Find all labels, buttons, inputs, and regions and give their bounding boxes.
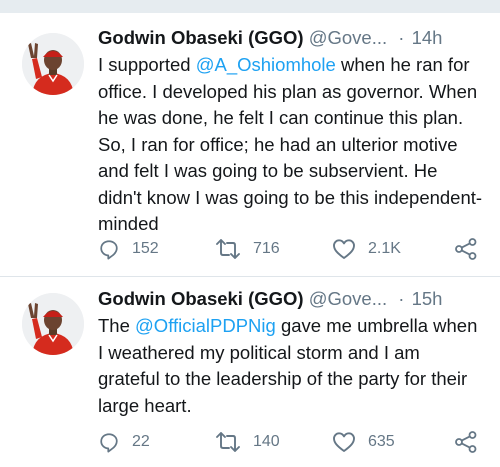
reply-count: 152	[132, 240, 159, 257]
retweet-icon	[215, 238, 241, 260]
reply-button[interactable]: 22	[98, 430, 150, 454]
like-count: 635	[368, 433, 395, 450]
avatar[interactable]	[22, 293, 84, 355]
tweet-timestamp[interactable]: 14h	[412, 27, 443, 48]
retweet-icon	[215, 431, 241, 453]
tweet-actions: 152 716 2.1K	[98, 237, 482, 261]
reply-icon	[98, 238, 120, 260]
tweet-text-part: when he ran for office. I developed his …	[98, 54, 483, 234]
author-name[interactable]: Godwin Obaseki (GGO)	[98, 27, 304, 48]
reply-button[interactable]: 152	[98, 237, 159, 261]
header-separator: ·	[398, 27, 405, 48]
tweet-header: Godwin Obaseki (GGO) @Gove... · 15h	[98, 288, 482, 310]
heart-icon	[332, 431, 356, 453]
retweet-button[interactable]: 716	[215, 237, 280, 261]
retweet-button[interactable]: 140	[215, 430, 280, 454]
retweet-count: 140	[253, 433, 280, 450]
tweet-text: I supported @A_Oshiomhole when he ran fo…	[98, 52, 486, 238]
tweet-text-part: The	[98, 315, 136, 336]
author-handle[interactable]: @Gove...	[309, 27, 387, 48]
like-button[interactable]: 635	[332, 430, 395, 454]
tweet-timestamp[interactable]: 15h	[412, 288, 443, 309]
share-icon	[454, 238, 478, 260]
like-count: 2.1K	[368, 240, 401, 257]
author-name[interactable]: Godwin Obaseki (GGO)	[98, 288, 304, 309]
tweet-header: Godwin Obaseki (GGO) @Gove... · 14h	[98, 27, 482, 49]
timeline-top-gap	[0, 0, 500, 13]
tweet-card[interactable]: Godwin Obaseki (GGO) @Gove... · 14h I su…	[0, 13, 500, 276]
like-button[interactable]: 2.1K	[332, 237, 401, 261]
reply-icon	[98, 431, 120, 453]
tweet-actions: 22 140 635	[98, 430, 482, 454]
header-separator: ·	[398, 288, 405, 309]
heart-icon	[332, 238, 356, 260]
tweet-text-part: I supported	[98, 54, 196, 75]
share-button[interactable]	[454, 430, 478, 454]
avatar[interactable]	[22, 33, 84, 95]
tweet-card[interactable]: Godwin Obaseki (GGO) @Gove... · 15h The …	[0, 277, 500, 467]
author-handle[interactable]: @Gove...	[309, 288, 387, 309]
share-button[interactable]	[454, 237, 478, 261]
mention-link[interactable]: @A_Oshiomhole	[196, 54, 336, 75]
reply-count: 22	[132, 433, 150, 450]
retweet-count: 716	[253, 240, 280, 257]
tweet-text: The @OfficialPDPNig gave me umbrella whe…	[98, 313, 486, 419]
mention-link[interactable]: @OfficialPDPNig	[135, 315, 276, 336]
share-icon	[454, 431, 478, 453]
